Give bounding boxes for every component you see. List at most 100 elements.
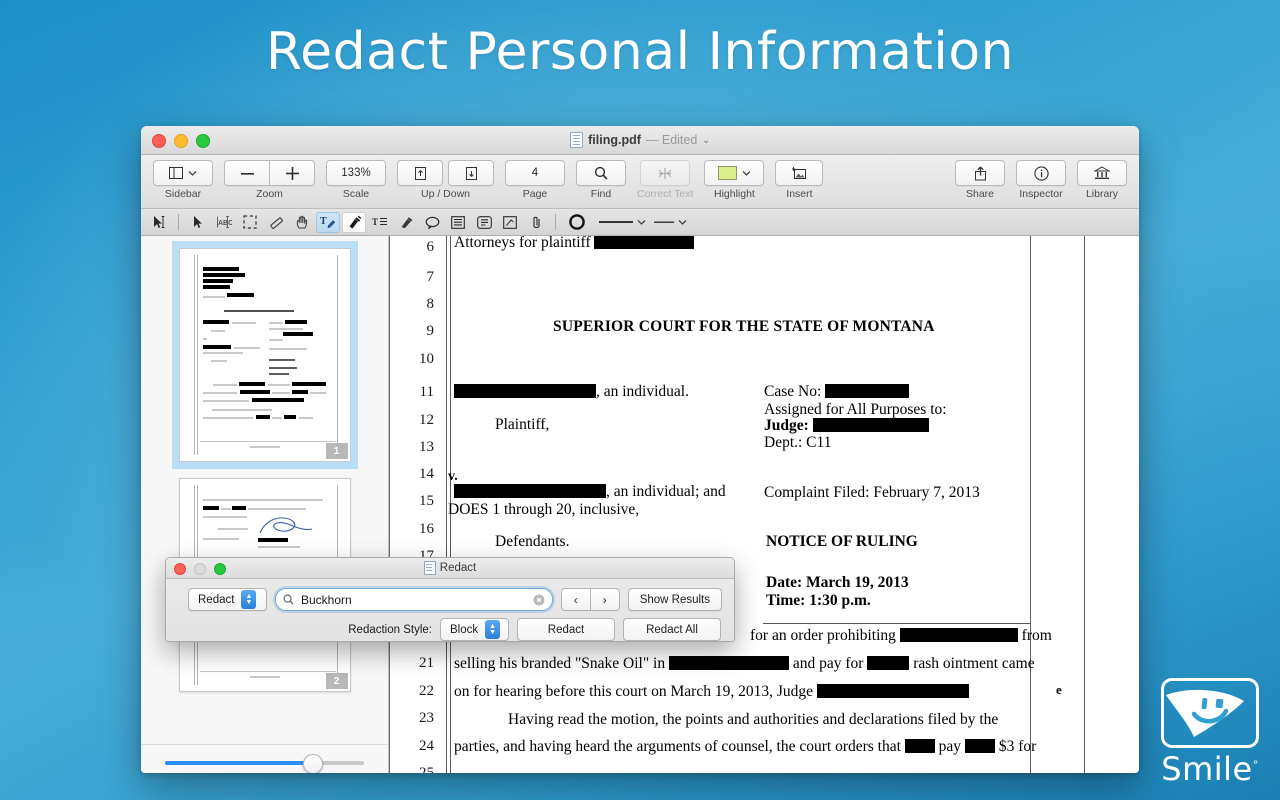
list-form-tool[interactable] bbox=[472, 212, 496, 233]
zoom-in-button[interactable] bbox=[269, 160, 315, 186]
zoom-out-button[interactable] bbox=[224, 160, 269, 186]
down-page-icon bbox=[466, 167, 477, 180]
arrow-select-tool[interactable] bbox=[186, 212, 210, 233]
svg-text:T: T bbox=[320, 216, 327, 227]
redact-zoom-button[interactable] bbox=[214, 563, 226, 575]
text-block-icon: T bbox=[372, 215, 388, 229]
pdf-page-area[interactable]: 6 7 8 9 10 11 12 13 14 15 16 17 21 22 23… bbox=[389, 236, 1139, 773]
marquee-select-icon bbox=[243, 215, 257, 229]
toolbar-label-highlight: Highlight bbox=[714, 188, 755, 200]
redact-window-controls[interactable] bbox=[174, 563, 226, 575]
redact-result-nav[interactable]: ‹ › bbox=[561, 588, 620, 611]
margin-letter: e bbox=[1056, 683, 1062, 698]
redact-mode-dropdown[interactable]: Redact ▲▼ bbox=[188, 588, 267, 611]
insert-button[interactable] bbox=[775, 160, 823, 186]
line-thickness-picker[interactable] bbox=[599, 218, 646, 226]
next-result-button[interactable]: › bbox=[590, 588, 620, 611]
toolbar-group-library: Library bbox=[1077, 160, 1127, 200]
ocr-select-tool[interactable]: ABC bbox=[212, 212, 236, 233]
thin-line-icon bbox=[654, 218, 674, 226]
highlighter-tool[interactable] bbox=[394, 212, 418, 233]
scale-measure-icon bbox=[269, 215, 284, 230]
redaction-style-dropdown[interactable]: Block ▲▼ bbox=[440, 618, 509, 641]
defendant-suffix: , an individual; and bbox=[606, 483, 726, 500]
edit-text-icon: T bbox=[320, 215, 336, 230]
page-number-field[interactable]: 4 bbox=[505, 160, 565, 186]
line-number: 15 bbox=[390, 493, 434, 510]
note-icon bbox=[425, 216, 440, 229]
redaction-block bbox=[813, 418, 929, 432]
toolbar-group-inspector: Inspector bbox=[1016, 160, 1066, 200]
hand-tool[interactable] bbox=[290, 212, 314, 233]
redact-all-button[interactable]: Redact All bbox=[623, 618, 721, 641]
sidebar-toggle-button[interactable] bbox=[153, 160, 213, 186]
highlight-color-swatch bbox=[718, 166, 737, 180]
previous-result-button[interactable]: ‹ bbox=[561, 588, 590, 611]
thumbnail-zoom-slider[interactable] bbox=[165, 761, 364, 765]
judge-line: Judge: bbox=[764, 417, 929, 435]
attach-tool[interactable] bbox=[524, 212, 548, 233]
redact-minimize-button[interactable] bbox=[194, 563, 206, 575]
toolbar-group-share: Share bbox=[955, 160, 1005, 200]
toolbar-label-find: Find bbox=[591, 188, 611, 200]
shape-tool[interactable] bbox=[563, 212, 591, 233]
redact-search-input[interactable] bbox=[299, 592, 528, 608]
smile-face-icon bbox=[1161, 678, 1259, 748]
thumbnail-item-1[interactable]: 1 bbox=[141, 248, 388, 462]
highlight-color-button[interactable] bbox=[704, 160, 764, 186]
share-button[interactable] bbox=[955, 160, 1005, 186]
plaintiff-suffix: , an individual. bbox=[596, 383, 689, 400]
minus-icon bbox=[241, 172, 254, 175]
page-thumbnail[interactable]: 1 bbox=[179, 248, 351, 462]
line-dash-picker[interactable] bbox=[654, 218, 687, 226]
case-no-line: Case No: bbox=[764, 383, 909, 401]
redact-button[interactable]: Redact bbox=[517, 618, 615, 641]
measure-tool[interactable] bbox=[264, 212, 288, 233]
redact-dialog-title: Redact bbox=[440, 562, 476, 574]
pdf-page[interactable]: 6 7 8 9 10 11 12 13 14 15 16 17 21 22 23… bbox=[389, 236, 1139, 773]
smile-face-glyph bbox=[1164, 681, 1250, 739]
stamp-tool[interactable] bbox=[498, 212, 522, 233]
line-number: 8 bbox=[390, 296, 434, 313]
form-field-tool[interactable] bbox=[446, 212, 470, 233]
body-text: for an order prohibiting bbox=[750, 627, 896, 644]
line-number: 13 bbox=[390, 439, 434, 456]
line-number: 16 bbox=[390, 521, 434, 538]
find-button[interactable] bbox=[576, 160, 626, 186]
thumbnail-sidebar[interactable]: 1 bbox=[141, 236, 389, 773]
thumbnail-page-number: 2 bbox=[326, 673, 348, 689]
scale-value-button[interactable]: 133% bbox=[326, 160, 386, 186]
note-tool[interactable] bbox=[420, 212, 444, 233]
line-number: 9 bbox=[390, 323, 434, 340]
show-results-button[interactable]: Show Results bbox=[628, 588, 722, 611]
chevron-down-icon bbox=[678, 219, 687, 225]
text-select-tool[interactable] bbox=[147, 212, 171, 233]
hearing-time: Time: 1:30 p.m. bbox=[766, 592, 871, 610]
slider-knob[interactable] bbox=[303, 754, 323, 773]
page-title: Redact Personal Information bbox=[0, 22, 1280, 82]
line-number: 11 bbox=[390, 384, 434, 401]
page-up-button[interactable] bbox=[397, 160, 443, 186]
text-block-tool[interactable]: T bbox=[368, 212, 392, 233]
thick-line-icon bbox=[599, 218, 633, 226]
smile-word: Smile bbox=[1161, 750, 1252, 788]
chevron-down-icon[interactable]: ⌄ bbox=[702, 135, 710, 146]
line-number: 23 bbox=[390, 710, 434, 727]
info-icon bbox=[1034, 166, 1049, 181]
page-down-button[interactable] bbox=[448, 160, 494, 186]
redact-search-field[interactable] bbox=[275, 588, 553, 611]
document-filename: filing.pdf bbox=[588, 133, 641, 147]
redact-tool[interactable] bbox=[342, 212, 366, 233]
redact-close-button[interactable] bbox=[174, 563, 186, 575]
inspector-button[interactable] bbox=[1016, 160, 1066, 186]
marquee-select-tool[interactable] bbox=[238, 212, 262, 233]
line-number: 25 bbox=[390, 765, 434, 773]
redact-dialog[interactable]: Redact Redact ▲▼ bbox=[165, 557, 735, 642]
redaction-block bbox=[825, 384, 909, 398]
clear-search-icon[interactable] bbox=[533, 594, 545, 606]
line-number: 6 bbox=[390, 239, 434, 256]
library-button[interactable] bbox=[1077, 160, 1127, 186]
sidebar-icon bbox=[169, 167, 183, 179]
edit-text-tool[interactable]: T bbox=[316, 212, 340, 233]
insert-image-icon bbox=[792, 166, 807, 180]
